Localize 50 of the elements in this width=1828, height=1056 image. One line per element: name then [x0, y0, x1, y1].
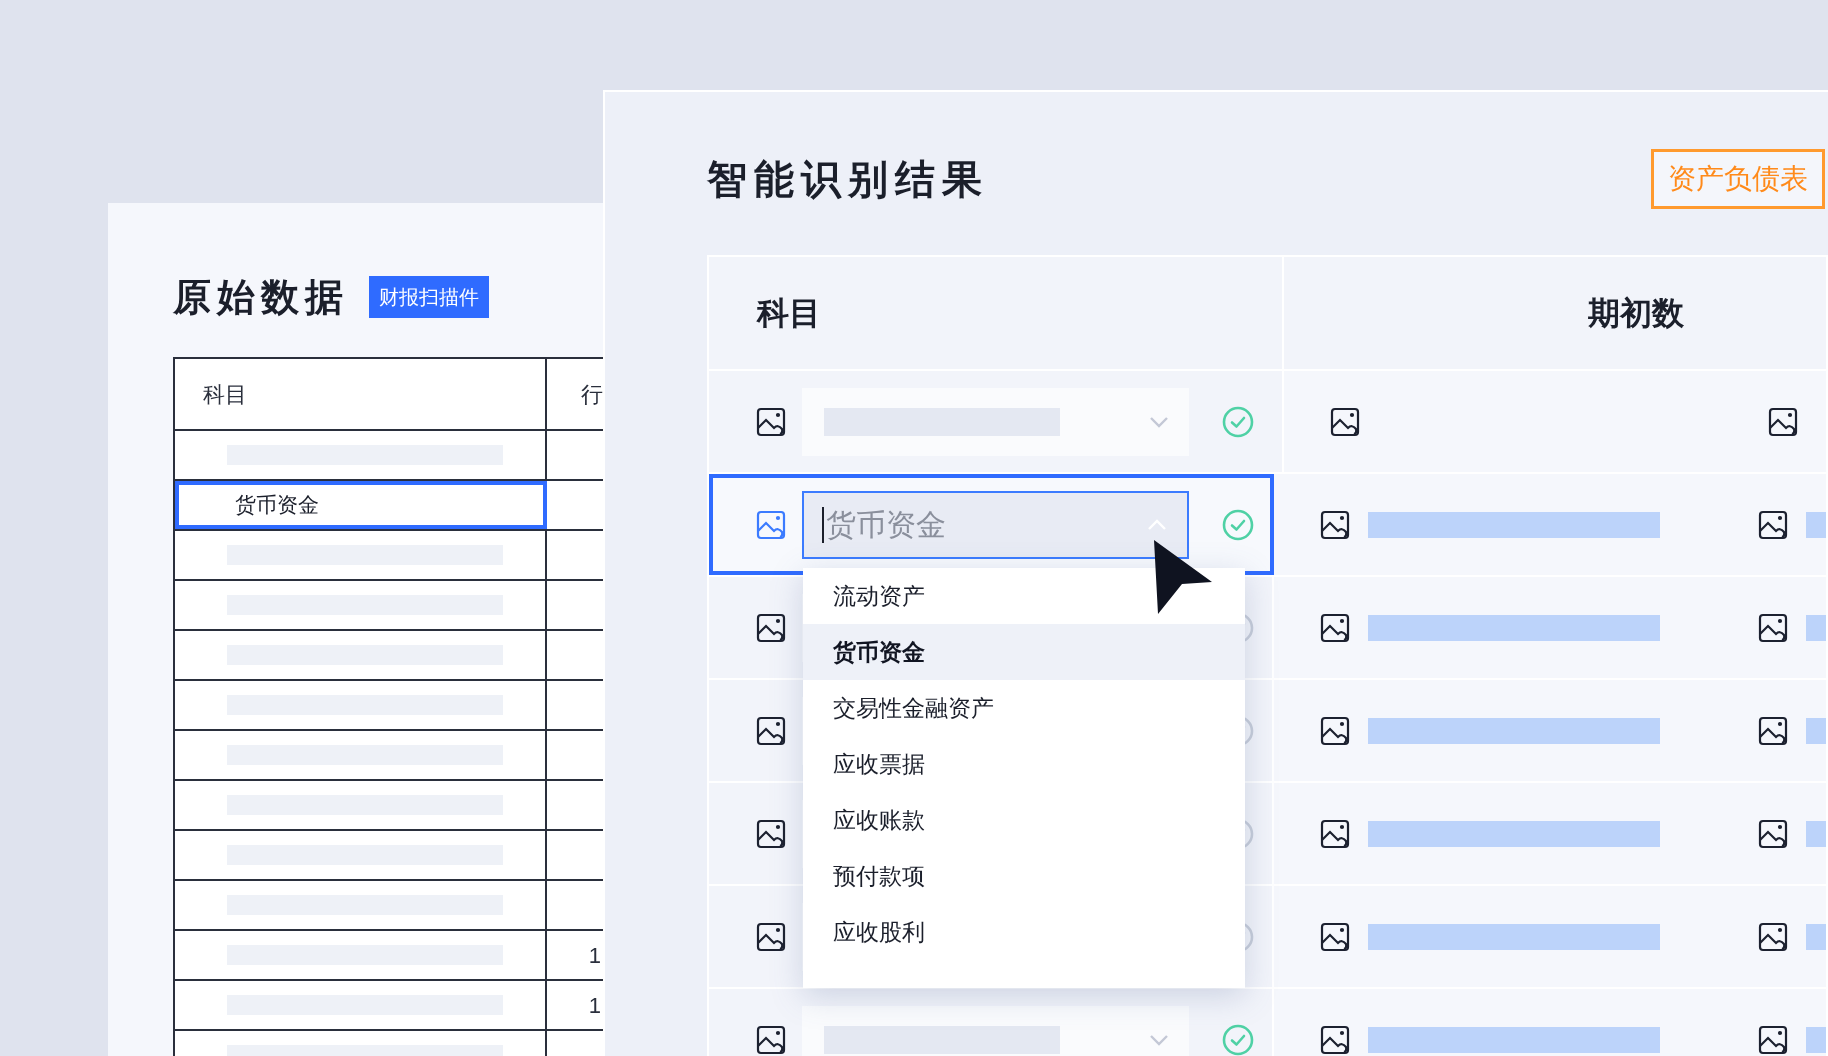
image-icon	[1320, 921, 1350, 952]
image-icon	[1320, 509, 1350, 540]
column-header: 行	[581, 380, 603, 409]
dropdown-option[interactable]: 交易性金融资产	[803, 680, 1245, 736]
value-bar	[1806, 717, 1826, 744]
value-bar	[1806, 820, 1826, 847]
image-icon	[1758, 921, 1788, 952]
image-icon	[1330, 406, 1360, 437]
image-icon	[1758, 612, 1788, 643]
column-header: 科目	[203, 380, 247, 409]
image-icon	[756, 921, 786, 952]
image-icon	[756, 715, 786, 746]
image-icon	[1758, 509, 1788, 540]
image-icon	[756, 612, 786, 643]
document-badge: 财报扫描件	[369, 276, 489, 318]
table-cell[interactable]: 货币资金	[175, 481, 547, 529]
value-bar	[1806, 511, 1826, 538]
image-icon	[756, 406, 786, 437]
dropdown-option[interactable]: 货币资金	[803, 624, 1245, 680]
chevron-down-icon	[1149, 1033, 1169, 1046]
cell-text: 1	[588, 991, 601, 1020]
image-icon	[756, 818, 786, 849]
cell-text: 1	[588, 941, 601, 970]
dropdown-option[interactable]: 应收账款	[803, 792, 1245, 848]
subject-select[interactable]	[802, 1005, 1189, 1056]
image-icon	[1758, 818, 1788, 849]
column-header: 期初数	[1588, 294, 1684, 333]
dropdown-option[interactable]: 预付款项	[803, 848, 1245, 904]
image-icon	[1320, 1024, 1350, 1055]
chevron-down-icon	[1149, 415, 1169, 428]
image-icon	[1758, 715, 1788, 746]
image-icon	[1768, 406, 1798, 437]
panel-title: 原始数据	[173, 274, 349, 320]
subject-select[interactable]	[802, 387, 1189, 456]
select-value: 货币资金	[822, 506, 946, 543]
image-icon	[756, 1024, 786, 1055]
image-icon	[1320, 612, 1350, 643]
value-bar	[1806, 1026, 1826, 1053]
column-header: 科目	[757, 294, 821, 333]
value-bar	[1806, 614, 1826, 641]
cell-text: 货币资金	[235, 492, 319, 519]
mouse-pointer-icon	[1152, 538, 1214, 616]
value-bar	[1806, 923, 1826, 950]
image-icon	[1320, 818, 1350, 849]
image-icon	[1758, 1024, 1788, 1055]
dropdown-option[interactable]: 应收票据	[803, 736, 1245, 792]
image-icon	[1320, 715, 1350, 746]
panel-title: 智能识别结果	[707, 156, 989, 203]
image-icon	[756, 509, 786, 540]
dropdown-option[interactable]: 应收股利	[803, 904, 1245, 960]
